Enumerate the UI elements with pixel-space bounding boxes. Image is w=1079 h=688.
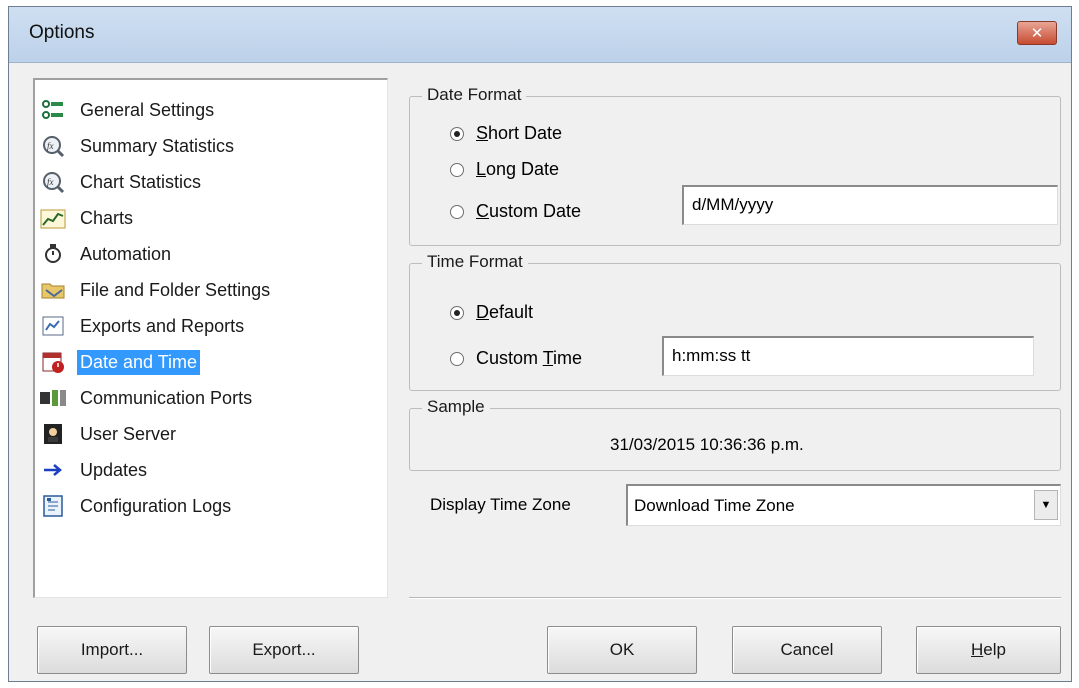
- long-date-label: Long Date: [476, 159, 560, 179]
- custom-date-radio[interactable]: Custom Date: [450, 201, 581, 222]
- category-label: Summary Statistics: [80, 135, 235, 156]
- dialog-client: General Settings fx Summary Statistics f…: [9, 63, 1071, 681]
- category-list[interactable]: General Settings fx Summary Statistics f…: [33, 78, 388, 598]
- category-label: Chart Statistics: [80, 171, 202, 192]
- dialog-title: Options: [29, 22, 95, 43]
- radio-indicator: [450, 305, 464, 320]
- category-label: Date and Time: [77, 349, 201, 375]
- category-file-and-folder-settings[interactable]: File and Folder Settings: [39, 274, 273, 306]
- category-label: File and Folder Settings: [80, 279, 271, 300]
- custom-date-input[interactable]: d/MM/yyyy: [682, 185, 1058, 225]
- category-label: Exports and Reports: [80, 315, 245, 336]
- category-chart-statistics[interactable]: fx Chart Statistics: [39, 166, 204, 198]
- radio-indicator: [450, 351, 464, 366]
- category-label: Configuration Logs: [80, 495, 232, 516]
- export-button[interactable]: Export...: [209, 626, 359, 674]
- date-format-group: Date Format Short Date Long Date Custom …: [409, 85, 1061, 246]
- help-button[interactable]: Help: [916, 626, 1061, 674]
- title-bar: Options ✕: [9, 7, 1071, 63]
- time-format-legend: Time Format: [422, 252, 528, 272]
- charts-icon: [39, 204, 67, 232]
- sample-legend: Sample: [422, 397, 490, 417]
- date-format-legend: Date Format: [422, 85, 527, 105]
- category-communication-ports[interactable]: Communication Ports: [39, 382, 255, 414]
- category-label: General Settings: [80, 99, 215, 120]
- separator: [409, 597, 1061, 599]
- automation-icon: [39, 240, 67, 268]
- category-date-and-time[interactable]: Date and Time: [39, 346, 201, 378]
- configuration-logs-icon: [39, 492, 67, 520]
- svg-text:fx: fx: [47, 141, 54, 151]
- custom-time-input[interactable]: h:mm:ss tt: [662, 336, 1034, 376]
- updates-arrow-icon: [39, 456, 67, 484]
- category-configuration-logs[interactable]: Configuration Logs: [39, 490, 234, 522]
- svg-text:fx: fx: [47, 177, 54, 187]
- time-zone-value: Download Time Zone: [634, 496, 795, 515]
- short-date-label: Short Date: [476, 123, 563, 143]
- category-charts[interactable]: Charts: [39, 202, 136, 234]
- category-label: Charts: [80, 207, 134, 228]
- category-label: Automation: [80, 243, 172, 264]
- category-general-settings[interactable]: General Settings: [39, 94, 217, 126]
- exports-icon: [39, 312, 67, 340]
- category-label: User Server: [80, 423, 177, 444]
- general-settings-icon: [39, 96, 67, 124]
- short-date-radio[interactable]: Short Date: [450, 123, 562, 144]
- category-label: Updates: [80, 459, 148, 480]
- date-time-icon: [39, 348, 67, 376]
- close-button[interactable]: ✕: [1017, 21, 1057, 45]
- dropdown-arrow-icon[interactable]: ▼: [1034, 490, 1058, 520]
- user-server-icon: [39, 420, 67, 448]
- sample-value: 31/03/2015 10:36:36 p.m.: [610, 435, 804, 454]
- category-exports-and-reports[interactable]: Exports and Reports: [39, 310, 247, 342]
- display-time-zone-label: Display Time Zone: [430, 495, 571, 514]
- category-updates[interactable]: Updates: [39, 454, 150, 486]
- communication-ports-icon: [39, 384, 67, 412]
- sample-group: Sample 31/03/2015 10:36:36 p.m.: [409, 397, 1061, 471]
- summary-statistics-icon: fx: [39, 132, 67, 160]
- radio-indicator: [450, 126, 464, 141]
- time-format-group: Time Format Default Custom Time h:mm:ss …: [409, 252, 1061, 391]
- help-label: Help: [971, 640, 1006, 659]
- cancel-button[interactable]: Cancel: [732, 626, 882, 674]
- long-date-radio[interactable]: Long Date: [450, 159, 559, 180]
- import-button[interactable]: Import...: [37, 626, 187, 674]
- default-time-label: Default: [476, 302, 534, 322]
- options-dialog: Options ✕ General Settings fx Summary St…: [8, 6, 1072, 682]
- category-automation[interactable]: Automation: [39, 238, 174, 270]
- radio-indicator: [450, 162, 464, 177]
- time-zone-dropdown[interactable]: Download Time Zone ▼: [626, 484, 1061, 526]
- custom-time-label: Custom Time: [476, 348, 583, 368]
- close-icon: ✕: [1030, 25, 1044, 42]
- ok-button[interactable]: OK: [547, 626, 697, 674]
- category-user-server[interactable]: User Server: [39, 418, 179, 450]
- radio-indicator: [450, 204, 464, 219]
- folder-icon: [39, 276, 67, 304]
- category-summary-statistics[interactable]: fx Summary Statistics: [39, 130, 237, 162]
- category-label: Communication Ports: [80, 387, 253, 408]
- chart-statistics-icon: fx: [39, 168, 67, 196]
- custom-time-radio[interactable]: Custom Time: [450, 348, 582, 369]
- default-time-radio[interactable]: Default: [450, 302, 533, 323]
- custom-date-label: Custom Date: [476, 201, 582, 221]
